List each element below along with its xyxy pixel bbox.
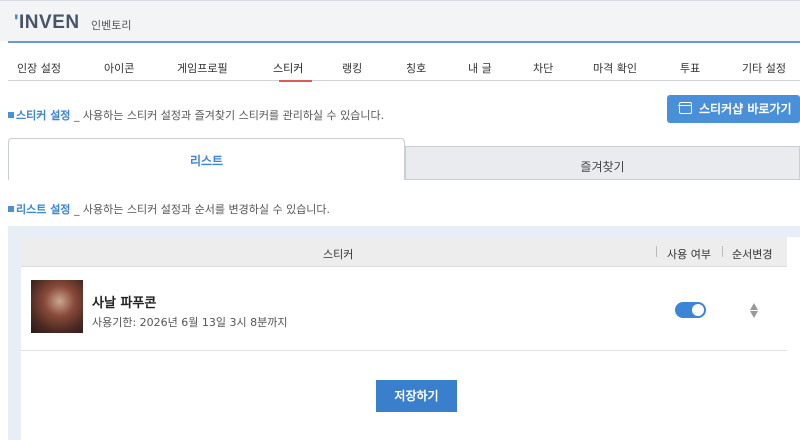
toggle-knob xyxy=(691,303,705,317)
inven-logo[interactable]: 'INVEN xyxy=(14,12,80,34)
sticker-settings-heading: 스티커 설정 _ 사용하는 스티커 설정과 즐겨찾기 스티커를 관리하실 수 있… xyxy=(8,107,384,123)
sticker-name: 사날 파푸콘 xyxy=(92,296,157,311)
table-header: 스티커 사용 여부 순서변경 xyxy=(21,237,787,267)
nav-item-other-settings[interactable]: 기타 설정 xyxy=(742,60,786,76)
list-settings-heading: 리스트 설정 _ 사용하는 스티커 설정과 순서를 변경하실 수 있습니다. xyxy=(8,201,330,217)
header-subtitle: 인벤토리 xyxy=(91,19,132,32)
column-header-sticker: 스티커 xyxy=(323,248,354,261)
nav-item-game-profile[interactable]: 게임프로필 xyxy=(177,60,228,76)
header-separator xyxy=(722,246,723,257)
nav-item-check[interactable]: 마격 확인 xyxy=(593,60,637,76)
arrow-up-icon[interactable] xyxy=(750,303,758,310)
tab-divider xyxy=(405,179,800,180)
column-header-order: 순서변경 xyxy=(732,248,773,261)
active-tab-indicator xyxy=(279,80,312,82)
sticker-table: 스티커 사용 여부 순서변경 사날 파푸콘 사용기한: 2026년 6월 13일… xyxy=(21,237,800,440)
nav-item-title[interactable]: 칭호 xyxy=(406,60,426,76)
tab-list[interactable]: 리스트 xyxy=(8,138,405,180)
nav-item-sticker[interactable]: 스티커 xyxy=(273,60,303,76)
table-row: 사날 파푸콘 사용기한: 2026년 6월 13일 3시 8분까지 xyxy=(21,267,787,351)
column-header-use: 사용 여부 xyxy=(667,248,711,261)
sticker-expiry: 사용기한: 2026년 6월 13일 3시 8분까지 xyxy=(92,316,288,329)
sticker-list-panel: 스티커 사용 여부 순서변경 사날 파푸콘 사용기한: 2026년 6월 13일… xyxy=(8,226,800,440)
top-nav: 인장 설정 아이콘 게임프로필 스티커 랭킹 칭호 내 글 차단 마격 확인 투… xyxy=(8,41,800,82)
sticker-shop-button[interactable]: 스티커샵 바로가기 xyxy=(667,95,800,123)
reorder-arrows-icon[interactable] xyxy=(749,303,759,319)
header-separator xyxy=(656,246,657,257)
nav-item-vote[interactable]: 투표 xyxy=(680,60,700,76)
app-header: 'INVEN 인벤토리 xyxy=(0,0,800,41)
nav-item-icon[interactable]: 아이콘 xyxy=(104,60,134,76)
nav-item-seal[interactable]: 인장 설정 xyxy=(17,60,61,76)
tab-favorites[interactable]: 즐겨찾기 xyxy=(405,146,800,180)
arrow-down-icon[interactable] xyxy=(750,311,758,318)
section-marker-icon xyxy=(8,206,14,212)
sticker-thumbnail xyxy=(31,280,83,333)
nav-item-my-posts[interactable]: 내 글 xyxy=(468,60,492,76)
nav-item-block[interactable]: 차단 xyxy=(533,60,553,76)
section-marker-icon xyxy=(8,112,14,118)
nav-item-ranking[interactable]: 랭킹 xyxy=(342,60,362,76)
save-button[interactable]: 저장하기 xyxy=(376,380,457,412)
use-toggle[interactable] xyxy=(675,302,706,318)
shop-icon xyxy=(678,102,692,114)
